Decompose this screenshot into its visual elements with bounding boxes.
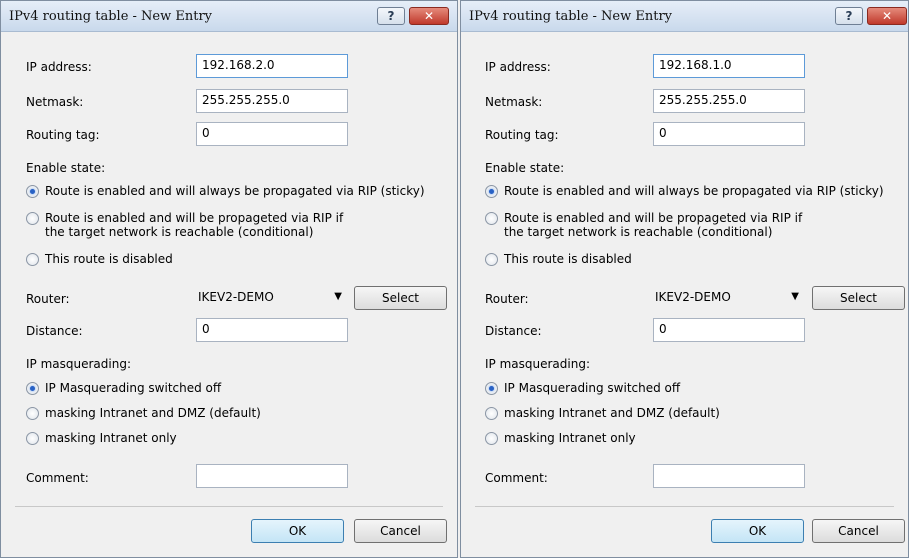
radio-selected-icon[interactable] [26,185,39,198]
router-value: IKEV2-DEMO [198,290,274,304]
radio-unselected-icon[interactable] [26,407,39,420]
radio-selected-icon[interactable] [485,382,498,395]
distance-input[interactable]: 0 [196,318,348,342]
close-button[interactable]: ✕ [409,7,449,25]
distance-label: Distance: [26,324,83,338]
radio-unselected-icon[interactable] [26,432,39,445]
cancel-button[interactable]: Cancel [812,519,905,543]
radio-masq-intranet-dmz-label: masking Intranet and DMZ (default) [45,406,261,420]
radio-disabled-label: This route is disabled [504,252,632,266]
comment-label: Comment: [26,471,89,485]
ip-masquerading-heading: IP masquerading: [26,357,131,371]
radio-sticky-label: Route is enabled and will always be prop… [45,184,425,198]
routing-tag-label: Routing tag: [26,128,100,142]
radio-conditional-label: Route is enabled and will be propageted … [45,211,344,239]
comment-input[interactable] [653,464,805,488]
comment-input[interactable] [196,464,348,488]
routing-dialog-right: IPv4 routing table - New Entry ? ✕ IP ad… [460,0,909,558]
ip-address-label: IP address: [26,60,92,74]
divider [15,506,443,507]
window-title: IPv4 routing table - New Entry [469,9,673,24]
netmask-label: Netmask: [485,95,543,109]
ok-button[interactable]: OK [711,519,804,543]
window-title: IPv4 routing table - New Entry [9,9,213,24]
radio-masq-off-label: IP Masquerading switched off [45,381,222,395]
router-value: IKEV2-DEMO [655,290,731,304]
radio-conditional[interactable]: Route is enabled and will be propageted … [26,211,356,239]
comment-label: Comment: [485,471,548,485]
radio-unselected-icon[interactable] [26,212,39,225]
radio-sticky-label: Route is enabled and will always be prop… [504,184,884,198]
title-bar[interactable]: IPv4 routing table - New Entry ? ✕ [461,1,908,32]
radio-sticky[interactable]: Route is enabled and will always be prop… [485,184,905,198]
enable-state-heading: Enable state: [485,161,565,175]
radio-selected-icon[interactable] [26,382,39,395]
radio-unselected-icon[interactable] [485,212,498,225]
ip-address-input[interactable]: 192.168.1.0 [653,54,805,78]
radio-masq-intranet-only-label: masking Intranet only [45,431,177,445]
radio-unselected-icon[interactable] [485,432,498,445]
chevron-down-icon[interactable]: ▼ [334,291,342,302]
ip-address-input[interactable]: 192.168.2.0 [196,54,348,78]
distance-label: Distance: [485,324,542,338]
routing-dialog-left: IPv4 routing table - New Entry ? ✕ IP ad… [0,0,458,558]
radio-masq-off[interactable]: IP Masquerading switched off [26,381,326,395]
netmask-input[interactable]: 255.255.255.0 [653,89,805,113]
radio-masq-off-label: IP Masquerading switched off [504,381,681,395]
select-router-button[interactable]: Select [354,286,447,310]
router-select[interactable]: IKEV2-DEMO ▼ [653,286,805,310]
radio-unselected-icon[interactable] [26,253,39,266]
radio-conditional-label: Route is enabled and will be propageted … [504,211,803,239]
netmask-input[interactable]: 255.255.255.0 [196,89,348,113]
cancel-button[interactable]: Cancel [354,519,447,543]
ok-button[interactable]: OK [251,519,344,543]
routing-tag-input[interactable]: 0 [653,122,805,146]
radio-disabled-label: This route is disabled [45,252,173,266]
distance-input[interactable]: 0 [653,318,805,342]
radio-conditional[interactable]: Route is enabled and will be propageted … [485,211,815,239]
netmask-label: Netmask: [26,95,84,109]
ip-masquerading-heading: IP masquerading: [485,357,590,371]
router-label: Router: [26,292,70,306]
radio-masq-intranet-only-label: masking Intranet only [504,431,636,445]
radio-masq-intranet-dmz[interactable]: masking Intranet and DMZ (default) [485,406,785,420]
divider [475,506,894,507]
router-label: Router: [485,292,529,306]
radio-sticky[interactable]: Route is enabled and will always be prop… [26,184,451,198]
radio-masq-intranet-dmz-label: masking Intranet and DMZ (default) [504,406,720,420]
chevron-down-icon[interactable]: ▼ [791,291,799,302]
title-bar[interactable]: IPv4 routing table - New Entry ? ✕ [1,1,457,32]
select-router-button[interactable]: Select [812,286,905,310]
routing-tag-label: Routing tag: [485,128,559,142]
enable-state-heading: Enable state: [26,161,106,175]
ip-address-label: IP address: [485,60,551,74]
radio-masq-intranet-only[interactable]: masking Intranet only [26,431,326,445]
radio-disabled[interactable]: This route is disabled [26,252,326,266]
router-select[interactable]: IKEV2-DEMO ▼ [196,286,348,310]
radio-selected-icon[interactable] [485,185,498,198]
radio-disabled[interactable]: This route is disabled [485,252,785,266]
radio-unselected-icon[interactable] [485,407,498,420]
help-button[interactable]: ? [835,7,863,25]
radio-masq-intranet-dmz[interactable]: masking Intranet and DMZ (default) [26,406,326,420]
radio-masq-intranet-only[interactable]: masking Intranet only [485,431,785,445]
routing-tag-input[interactable]: 0 [196,122,348,146]
radio-unselected-icon[interactable] [485,253,498,266]
help-button[interactable]: ? [377,7,405,25]
radio-masq-off[interactable]: IP Masquerading switched off [485,381,785,395]
close-button[interactable]: ✕ [867,7,907,25]
